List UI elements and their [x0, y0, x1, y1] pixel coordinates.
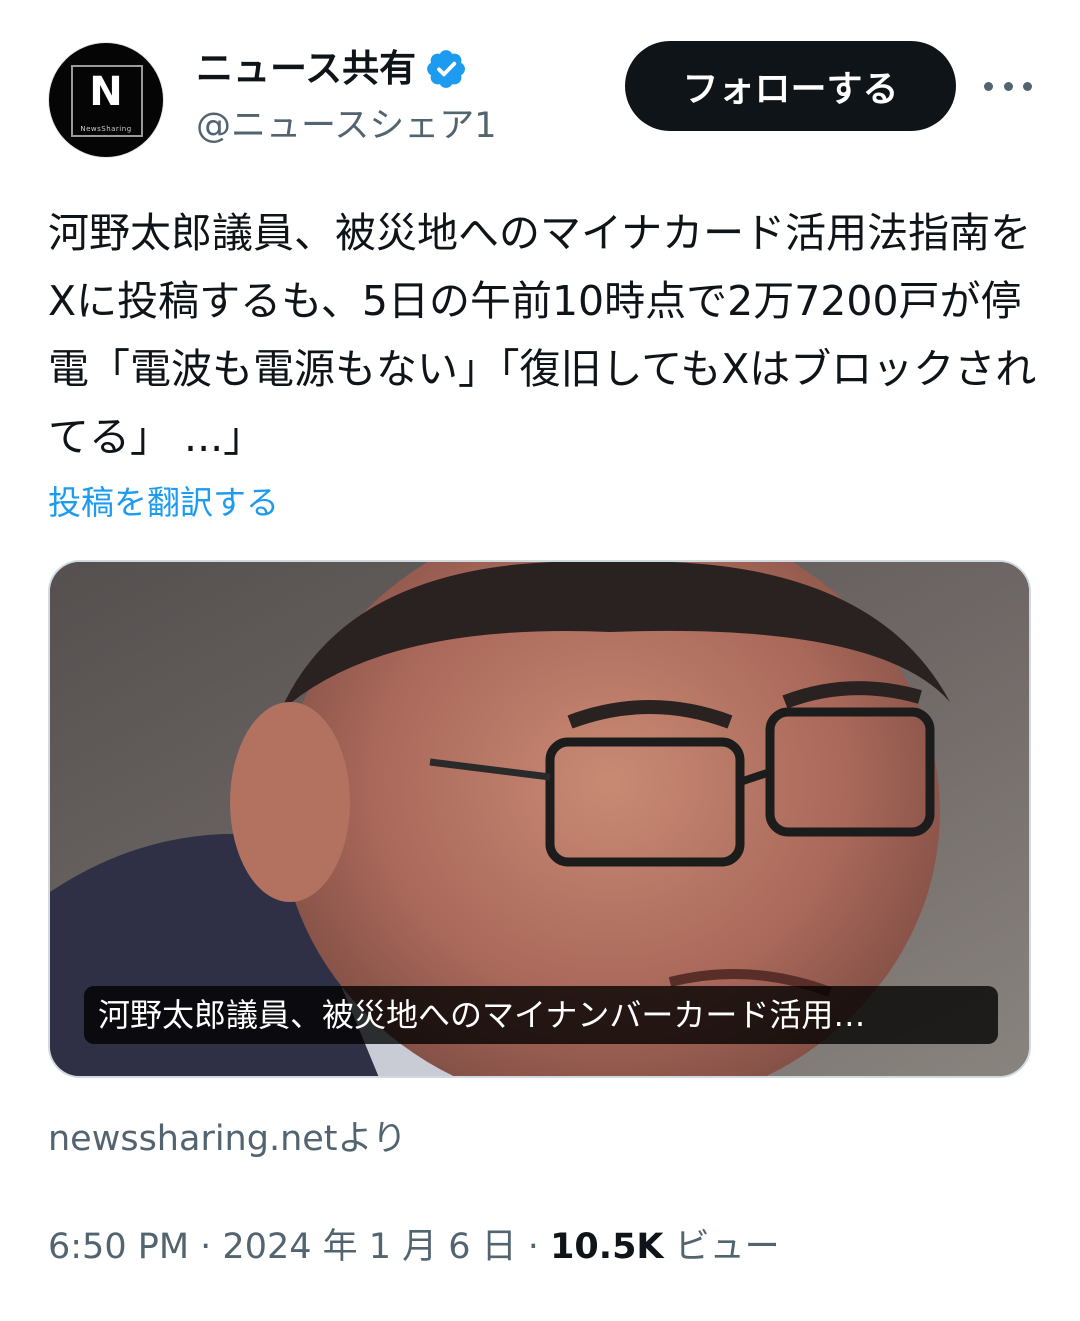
name-row: ニュース共有	[196, 46, 468, 92]
separator: ·	[189, 1227, 223, 1267]
user-handle[interactable]: @ニュースシェア1	[196, 104, 497, 148]
media-caption: 河野太郎議員、被災地へのマイナンバーカード活用…	[84, 986, 998, 1044]
avatar[interactable]: N NewsSharing	[48, 42, 164, 158]
tweet-metadata: 6:50 PM · 2024 年 1 月 6 日 · 10.5K ビュー	[48, 1224, 780, 1270]
views-count[interactable]: 10.5K	[550, 1227, 663, 1267]
more-options-icon[interactable]	[984, 64, 1032, 108]
tweet-time[interactable]: 6:50 PM	[48, 1227, 189, 1267]
media-card[interactable]: 河野太郎議員、被災地へのマイナンバーカード活用…	[48, 560, 1031, 1078]
dot	[1023, 81, 1032, 91]
verified-badge-icon	[427, 50, 466, 88]
display-name[interactable]: ニュース共有	[196, 46, 416, 92]
separator: ·	[516, 1227, 551, 1267]
views-label: ビュー	[663, 1227, 780, 1267]
avatar-letter: N	[89, 69, 123, 115]
source-link[interactable]: newssharing.netより	[48, 1116, 407, 1162]
dot	[984, 81, 993, 91]
follow-button[interactable]: フォローする	[625, 41, 956, 131]
translate-link[interactable]: 投稿を翻訳する	[48, 480, 279, 526]
dot	[1003, 81, 1013, 91]
tweet-date[interactable]: 2024 年 1 月 6 日	[222, 1227, 516, 1267]
avatar-brand-text: NewsSharing	[80, 125, 132, 133]
tweet-text: 河野太郎議員、被災地へのマイナカード活用法指南をXに投稿するも、5日の午前10時…	[48, 209, 1037, 461]
